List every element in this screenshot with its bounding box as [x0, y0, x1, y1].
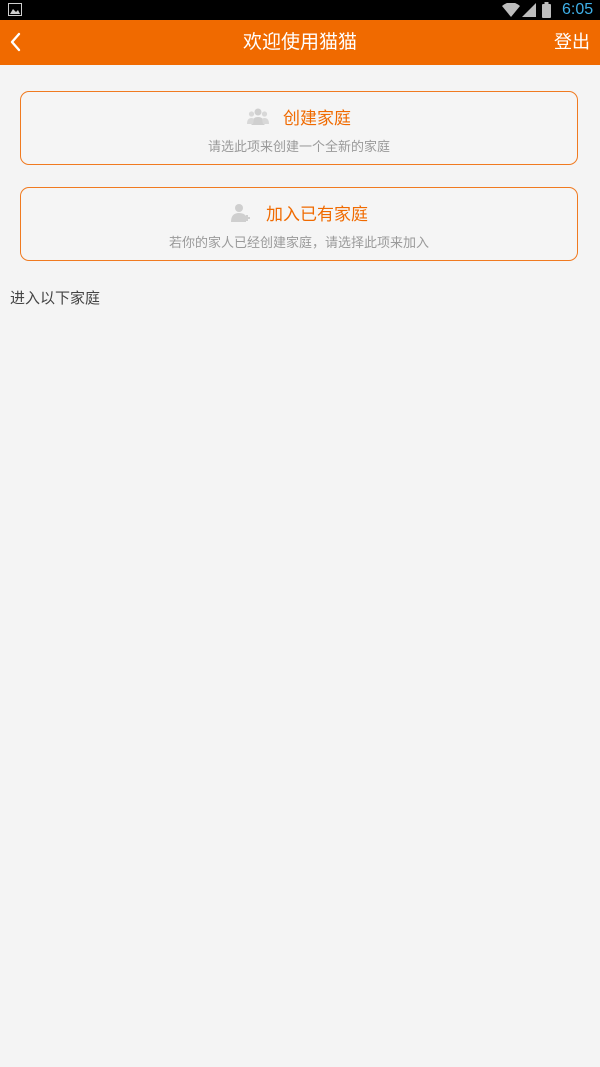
wifi-icon	[502, 3, 520, 17]
join-family-option[interactable]: 加入已有家庭 若你的家人已经创建家庭，请选择此项来加入	[20, 187, 578, 261]
join-family-subtitle: 若你的家人已经创建家庭，请选择此项来加入	[168, 236, 429, 251]
page-title: 欢迎使用猫猫	[242, 31, 357, 53]
group-icon	[247, 108, 269, 125]
create-family-header: 创建家庭	[21, 104, 577, 130]
logout-button[interactable]: 登出	[554, 20, 590, 65]
signal-icon	[522, 3, 536, 17]
add-person-icon	[231, 203, 250, 222]
battery-icon	[542, 2, 551, 18]
create-family-subtitle: 请选此项来创建一个全新的家庭	[207, 140, 390, 155]
status-bar: 6:05	[0, 0, 600, 20]
join-family-header: 加入已有家庭	[21, 200, 577, 226]
family-list-heading: 进入以下家庭	[10, 289, 101, 307]
create-family-title: 创建家庭	[283, 109, 351, 129]
status-clock: 6:05	[562, 1, 594, 18]
gallery-icon	[8, 3, 22, 16]
join-family-title: 加入已有家庭	[266, 205, 368, 225]
create-family-option[interactable]: 创建家庭 请选此项来创建一个全新的家庭	[20, 91, 578, 165]
app-bar: 欢迎使用猫猫 登出	[0, 20, 600, 65]
